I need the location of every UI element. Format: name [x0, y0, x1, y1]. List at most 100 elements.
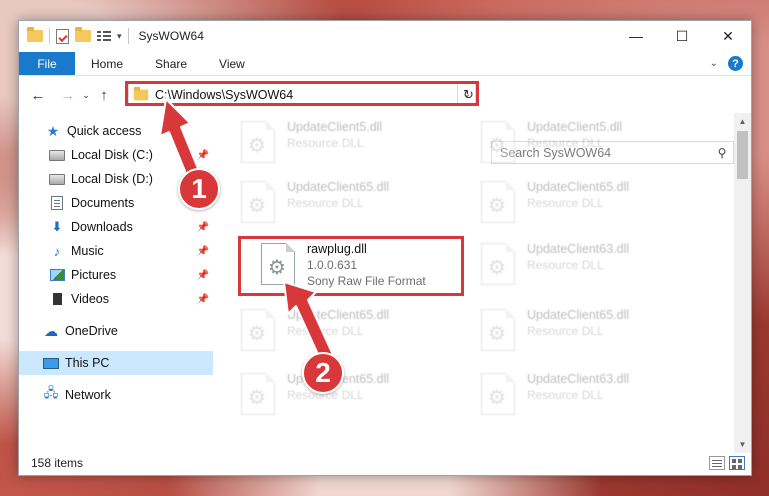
pin-icon[interactable]: 📌	[197, 246, 209, 257]
videos-icon	[49, 293, 65, 305]
close-button[interactable]: ✕	[705, 21, 751, 51]
network-icon: 🖧	[43, 385, 59, 400]
download-icon: ⬇	[51, 219, 63, 234]
list-item[interactable]: ⚙ UpdateClient63.dll Resource DLL	[481, 369, 706, 421]
computer-icon	[43, 357, 59, 369]
window-title: SysWOW64	[138, 29, 204, 43]
document-icon	[51, 196, 63, 210]
gear-icon: ⚙	[248, 387, 266, 409]
address-bar[interactable]: C:\Windows\SysWOW64 ⌄	[128, 83, 476, 106]
tab-file[interactable]: File	[19, 52, 75, 75]
large-icons-view-icon[interactable]	[729, 456, 745, 470]
sidebar-item-label: Documents	[71, 196, 135, 210]
toolbar-divider	[49, 28, 50, 44]
file-list: ⚙ UpdateClient5.dll Resource DLL ⚙ Update…	[215, 113, 735, 451]
sidebar-item-label: Network	[65, 388, 111, 402]
cloud-icon: ☁	[44, 322, 58, 339]
chevron-down-icon[interactable]: ⌄	[710, 58, 718, 69]
list-item[interactable]: ⚙ UpdateClient63.dll Resource DLL	[481, 239, 706, 291]
help-icon[interactable]: ?	[728, 56, 743, 71]
scroll-up-icon[interactable]: ▲	[734, 113, 751, 130]
tab-home[interactable]: Home	[75, 52, 139, 75]
properties-icon[interactable]	[56, 28, 69, 44]
list-item[interactable]: ⚙ UpdateClient5.dll Resource DLL	[241, 117, 466, 169]
file-name: rawplug.dll	[307, 242, 367, 256]
step-badge-2: 2	[302, 352, 344, 394]
pictures-icon	[49, 269, 65, 281]
dll-file-icon: ⚙	[481, 121, 515, 163]
quick-access-toolbar: ▾	[27, 27, 129, 44]
sidebar-item-label: Quick access	[67, 124, 142, 138]
pin-icon[interactable]: 📌	[197, 294, 209, 305]
gear-icon: ⚙	[488, 323, 506, 345]
gear-icon: ⚙	[488, 257, 506, 279]
tab-share[interactable]: Share	[139, 52, 203, 75]
refresh-button[interactable]: ↻	[457, 83, 479, 106]
sidebar-item-music[interactable]: ♪ Music 📌	[19, 239, 213, 263]
gear-icon: ⚙	[248, 195, 266, 217]
gear-icon: ⚙	[268, 257, 286, 279]
scrollbar-thumb[interactable]	[737, 131, 748, 179]
sidebar-item-label: Local Disk (D:)	[71, 172, 153, 186]
vertical-scrollbar[interactable]: ▲ ▼	[734, 113, 751, 453]
tab-view[interactable]: View	[203, 52, 261, 75]
pin-icon[interactable]: 📌	[197, 270, 209, 281]
sidebar-item-network[interactable]: 🖧 Network	[19, 383, 213, 407]
sidebar-item-label: OneDrive	[65, 324, 118, 338]
pin-icon[interactable]: 📌	[197, 150, 209, 161]
maximize-button[interactable]: ☐	[659, 21, 705, 51]
sidebar-item-videos[interactable]: Videos 📌	[19, 287, 213, 311]
sidebar-item-label: Local Disk (C:)	[71, 148, 153, 162]
list-item[interactable]: ⚙ UpdateClient65.dllResource DLL	[241, 177, 466, 229]
forward-button[interactable]: →	[57, 87, 79, 104]
customize-view-icon[interactable]	[97, 30, 111, 42]
file-description: Sony Raw File Format	[307, 274, 426, 288]
list-item[interactable]: ⚙ UpdateClient65.dllResource DLL	[241, 369, 466, 421]
dll-file-icon: ⚙	[481, 373, 515, 415]
dll-file-icon: ⚙	[241, 309, 275, 351]
rawplug-dll-item[interactable]: ⚙ rawplug.dll 1.0.0.631 Sony Raw File Fo…	[261, 239, 486, 291]
dll-file-icon: ⚙	[481, 243, 515, 285]
navigation-pane: ★ Quick access Local Disk (C:) 📌 Local D…	[19, 113, 213, 451]
sidebar-item-downloads[interactable]: ⬇ Downloads 📌	[19, 215, 213, 239]
list-item[interactable]: ⚙ UpdateClient5.dll Resource DLL	[481, 117, 706, 169]
gear-icon: ⚙	[248, 135, 266, 157]
sidebar-item-quick-access[interactable]: ★ Quick access	[19, 119, 213, 143]
pin-icon[interactable]: 📌	[197, 222, 209, 233]
dll-file-icon: ⚙	[241, 373, 275, 415]
folder-icon	[27, 27, 43, 42]
list-item[interactable]: ⚙ UpdateClient65.dllResource DLL	[481, 177, 706, 229]
file-version: 1.0.0.631	[307, 258, 358, 272]
step-badge-1: 1	[178, 168, 220, 210]
details-view-icon[interactable]	[709, 456, 725, 470]
status-bar: 158 items	[19, 451, 751, 475]
sidebar-item-label: Videos	[71, 292, 109, 306]
recent-locations-button[interactable]: ⌄	[79, 90, 93, 101]
new-folder-icon[interactable]	[75, 27, 91, 42]
dll-file-icon: ⚙	[261, 243, 295, 285]
music-icon: ♪	[53, 243, 61, 259]
sidebar-item-this-pc[interactable]: This PC	[19, 351, 213, 375]
ribbon-right-controls: ⌄ ?	[710, 56, 743, 71]
dll-file-icon: ⚙	[241, 181, 275, 223]
sidebar-item-pictures[interactable]: Pictures 📌	[19, 263, 213, 287]
sidebar-item-onedrive[interactable]: ☁ OneDrive	[19, 319, 213, 343]
disk-icon	[49, 173, 65, 185]
list-item[interactable]: ⚙ UpdateClient65.dllResource DLL	[241, 305, 466, 357]
list-item[interactable]: ⚙ UpdateClient65.dllResource DLL	[481, 305, 706, 357]
back-button[interactable]: ←	[27, 87, 49, 104]
chevron-down-icon[interactable]: ▾	[117, 31, 122, 42]
minimize-button[interactable]: —	[613, 21, 659, 51]
dll-file-icon: ⚙	[481, 181, 515, 223]
up-button[interactable]: ↑	[93, 87, 115, 104]
dll-file-icon: ⚙	[241, 121, 275, 163]
toolbar-divider	[127, 28, 129, 44]
gear-icon: ⚙	[488, 135, 506, 157]
sidebar-item-label: This PC	[65, 356, 110, 370]
sidebar-item-local-disk-c[interactable]: Local Disk (C:) 📌	[19, 143, 213, 167]
ribbon-tabs: File Home Share View ⌄ ?	[19, 52, 751, 76]
disk-icon	[49, 149, 65, 161]
address-path[interactable]: C:\Windows\SysWOW64	[155, 88, 459, 102]
title-bar: ▾ SysWOW64 — ☐ ✕	[19, 21, 751, 51]
dll-file-icon: ⚙	[481, 309, 515, 351]
